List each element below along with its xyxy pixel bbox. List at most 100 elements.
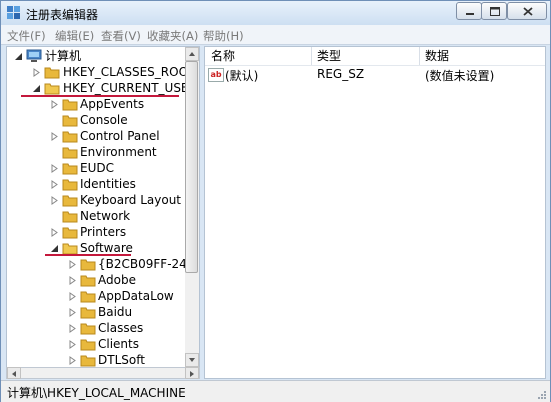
tree-node[interactable]: Network bbox=[7, 208, 197, 224]
tree-node[interactable]: Printers bbox=[7, 224, 197, 240]
menu-edit[interactable]: 编辑(E) bbox=[55, 28, 94, 44]
tree-node[interactable]: Keyboard Layout bbox=[7, 192, 197, 208]
tree-label: Console bbox=[80, 113, 128, 127]
expanded-arrow-icon[interactable] bbox=[50, 244, 59, 253]
column-separator[interactable] bbox=[419, 47, 420, 65]
menu-file[interactable]: 文件(F) bbox=[7, 28, 46, 44]
collapsed-arrow-icon[interactable] bbox=[50, 228, 59, 237]
collapsed-arrow-icon[interactable] bbox=[50, 196, 59, 205]
maximize-button[interactable] bbox=[481, 2, 507, 20]
tree-label: Clients bbox=[98, 337, 139, 351]
tree-node[interactable]: DTLSoft bbox=[7, 352, 197, 367]
list-header: 名称 类型 数据 bbox=[205, 47, 545, 66]
folder-icon bbox=[62, 227, 78, 239]
tree-label: AppDataLow bbox=[98, 289, 174, 303]
tree-label: Classes bbox=[98, 321, 144, 335]
collapsed-arrow-icon[interactable] bbox=[68, 356, 77, 365]
collapsed-arrow-icon[interactable] bbox=[50, 100, 59, 109]
arrow-up-icon bbox=[189, 52, 195, 56]
tree-node[interactable]: Identities bbox=[7, 176, 197, 192]
table-row[interactable]: ab (默认) REG_SZ (数值未设置) bbox=[205, 66, 545, 84]
tree-node[interactable]: Classes bbox=[7, 320, 197, 336]
folder-icon bbox=[62, 115, 78, 127]
value-data: (数值未设置) bbox=[425, 69, 495, 83]
tree-node-hkcu[interactable]: HKEY_CURRENT_USER bbox=[7, 80, 197, 96]
tree-node[interactable]: Clients bbox=[7, 336, 197, 352]
collapsed-arrow-icon[interactable] bbox=[50, 132, 59, 141]
resize-grip-icon[interactable] bbox=[535, 388, 547, 400]
tree-node[interactable]: AppEvents bbox=[7, 96, 197, 112]
folder-icon bbox=[62, 163, 78, 175]
column-separator[interactable] bbox=[311, 47, 312, 65]
menu-view[interactable]: 查看(V) bbox=[101, 28, 141, 44]
folder-icon bbox=[80, 307, 96, 319]
tree-vertical-scrollbar[interactable] bbox=[185, 47, 199, 367]
folder-icon bbox=[80, 291, 96, 303]
tree-node[interactable]: Baidu bbox=[7, 304, 197, 320]
tree-node[interactable]: EUDC bbox=[7, 160, 197, 176]
menu-favorites[interactable]: 收藏夹(A) bbox=[147, 28, 198, 44]
column-header-data[interactable]: 数据 bbox=[425, 47, 449, 65]
tree-label: 计算机 bbox=[45, 49, 82, 63]
collapsed-arrow-icon[interactable] bbox=[68, 276, 77, 285]
collapsed-arrow-icon[interactable] bbox=[68, 340, 77, 349]
folder-open-icon bbox=[44, 83, 60, 95]
folder-icon bbox=[80, 339, 96, 351]
tree-label: Printers bbox=[80, 225, 127, 239]
status-path: 计算机\HKEY_LOCAL_MACHINE bbox=[7, 386, 186, 400]
values-pane[interactable]: 名称 类型 数据 ab (默认) REG_SZ (数值未设置) bbox=[204, 46, 546, 379]
expanded-arrow-icon[interactable] bbox=[14, 52, 23, 61]
arrow-right-icon bbox=[190, 371, 194, 377]
tree-label: Network bbox=[80, 209, 131, 223]
tree-label: Control Panel bbox=[80, 129, 160, 143]
tree-horizontal-scrollbar[interactable] bbox=[6, 367, 200, 379]
tree-pane[interactable]: 计算机 HKEY_CLASSES_ROOT HKEY_CURRENT_USER … bbox=[6, 46, 200, 368]
tree-node[interactable]: Control Panel bbox=[7, 128, 197, 144]
collapsed-arrow-icon[interactable] bbox=[50, 180, 59, 189]
scroll-left-button[interactable] bbox=[7, 367, 21, 379]
scroll-up-button[interactable] bbox=[185, 47, 199, 61]
tree-label: AppEvents bbox=[80, 97, 145, 111]
folder-icon bbox=[44, 67, 60, 79]
folder-icon bbox=[62, 147, 78, 159]
tree-label: Adobe bbox=[98, 273, 136, 287]
collapsed-arrow-icon[interactable] bbox=[68, 324, 77, 333]
tree-node[interactable]: Console bbox=[7, 112, 197, 128]
scroll-thumb[interactable] bbox=[185, 61, 198, 273]
column-header-name[interactable]: 名称 bbox=[211, 47, 235, 65]
value-type: REG_SZ bbox=[317, 67, 365, 81]
collapsed-arrow-icon[interactable] bbox=[50, 164, 59, 173]
folder-icon bbox=[80, 323, 96, 335]
collapsed-arrow-icon[interactable] bbox=[68, 308, 77, 317]
tree-node-computer[interactable]: 计算机 bbox=[7, 48, 187, 64]
collapsed-arrow-icon[interactable] bbox=[68, 260, 77, 269]
scroll-down-button[interactable] bbox=[185, 353, 199, 367]
tree-node[interactable]: AppDataLow bbox=[7, 288, 197, 304]
scroll-right-button[interactable] bbox=[185, 367, 199, 379]
tree-label: Baidu bbox=[98, 305, 133, 319]
value-name: (默认) bbox=[225, 69, 259, 83]
menu-bar: 文件(F) 编辑(E) 查看(V) 收藏夹(A) 帮助(H) bbox=[1, 25, 550, 45]
tree-node-hkcr[interactable]: HKEY_CLASSES_ROOT bbox=[7, 64, 197, 80]
menu-help[interactable]: 帮助(H) bbox=[203, 28, 244, 44]
tree-node[interactable]: Adobe bbox=[7, 272, 197, 288]
column-header-type[interactable]: 类型 bbox=[317, 47, 341, 65]
folder-icon bbox=[62, 179, 78, 191]
tree-node[interactable]: {B2CB09FF-2453- bbox=[7, 256, 199, 272]
title-bar[interactable]: 注册表编辑器 bbox=[1, 1, 550, 25]
maximize-icon bbox=[490, 7, 500, 16]
status-bar: 计算机\HKEY_LOCAL_MACHINE bbox=[1, 380, 550, 402]
close-button[interactable] bbox=[507, 2, 547, 20]
minimize-button[interactable] bbox=[456, 2, 482, 20]
folder-icon bbox=[62, 195, 78, 207]
registry-editor-window: 注册表编辑器 文件(F) 编辑(E) 查看(V) 收藏夹(A) 帮助(H) 计算… bbox=[0, 0, 551, 402]
tree-label: EUDC bbox=[80, 161, 114, 175]
tree-label: Keyboard Layout bbox=[80, 193, 182, 207]
collapsed-arrow-icon[interactable] bbox=[32, 68, 41, 77]
tree-node[interactable]: Environment bbox=[7, 144, 197, 160]
folder-icon bbox=[62, 131, 78, 143]
collapsed-arrow-icon[interactable] bbox=[68, 292, 77, 301]
minimize-icon bbox=[466, 13, 474, 15]
expanded-arrow-icon[interactable] bbox=[32, 84, 41, 93]
close-icon bbox=[523, 7, 533, 16]
